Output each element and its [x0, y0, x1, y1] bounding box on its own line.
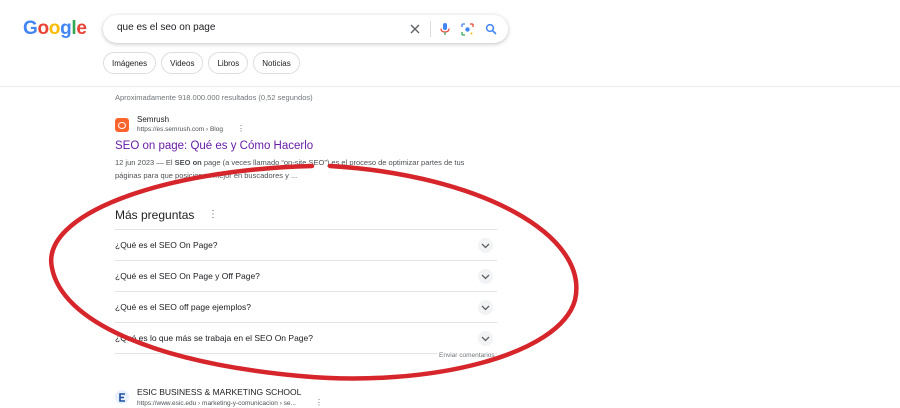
paa-question[interactable]: ¿Qué es el SEO On Page? — [115, 229, 497, 260]
paa-question-text: ¿Qué es lo que más se trabaja en el SEO … — [115, 333, 313, 343]
chip-news[interactable]: Noticias — [253, 52, 300, 74]
logo-letter: e — [76, 18, 87, 39]
paa-question[interactable]: ¿Qué es el SEO On Page y Off Page? — [115, 260, 497, 291]
result-url[interactable]: https://www.esic.edu › marketing-y-comun… — [137, 400, 296, 407]
result-url[interactable]: https://es.semrush.com › Blog — [137, 126, 223, 133]
paa-more-icon[interactable]: ⋮ — [208, 209, 218, 220]
paa-question-text: ¿Qué es el SEO On Page? — [115, 240, 218, 250]
paa-heading: Más preguntas — [115, 208, 195, 222]
chip-videos[interactable]: Videos — [161, 52, 204, 74]
paa-question[interactable]: ¿Qué es el SEO off page ejemplos? — [115, 291, 497, 322]
logo-letter: G — [23, 18, 38, 39]
result-title-link[interactable]: SEO on page: Qué es y Cómo Hacerlo — [115, 140, 313, 152]
result-site-name[interactable]: ESIC BUSINESS & MARKETING SCHOOL — [137, 387, 301, 397]
more-options-icon[interactable]: ⋮ — [237, 124, 245, 133]
chevron-down-icon[interactable] — [478, 300, 493, 315]
chevron-down-icon[interactable] — [478, 269, 493, 284]
snippet-text: El — [165, 158, 173, 167]
semrush-favicon — [115, 118, 129, 132]
chip-books[interactable]: Libros — [208, 52, 249, 74]
result-stats: Aproximadamente 918.000.000 resultados (… — [115, 93, 313, 102]
logo-letter: o — [37, 18, 49, 39]
result-site-name[interactable]: Semrush — [137, 115, 169, 124]
more-options-icon[interactable]: ⋮ — [315, 398, 323, 407]
search-input[interactable]: que es el seo on page — [117, 22, 215, 33]
chevron-down-icon[interactable] — [478, 238, 493, 253]
search-box[interactable]: que es el seo on page — [103, 15, 508, 43]
divider — [430, 21, 431, 37]
clear-icon[interactable] — [407, 21, 423, 37]
paa-question[interactable]: ¿Qué es lo que más se trabaja en el SEO … — [115, 322, 497, 353]
chip-images[interactable]: Imágenes — [103, 52, 157, 74]
paa-list: ¿Qué es el SEO On Page? ¿Qué es el SEO O… — [115, 229, 497, 353]
logo-letter: g — [60, 18, 72, 39]
result-snippet: 12 jun 2023 — El SEO on page (a veces ll… — [115, 157, 465, 182]
microphone-icon[interactable] — [437, 21, 453, 37]
snippet-date: 12 jun 2023 — — [115, 158, 164, 167]
header-divider — [0, 86, 900, 87]
google-logo[interactable]: Google — [23, 18, 87, 40]
paa-question-text: ¿Qué es el SEO On Page y Off Page? — [115, 271, 260, 281]
lens-icon[interactable] — [459, 21, 475, 37]
paa-question-text: ¿Qué es el SEO off page ejemplos? — [115, 302, 251, 312]
snippet-highlight: SEO on — [174, 158, 202, 167]
chevron-down-icon[interactable] — [478, 331, 493, 346]
filter-chips: Imágenes Videos Libros Noticias — [103, 52, 300, 74]
search-icon[interactable] — [483, 21, 499, 37]
logo-letter: o — [48, 18, 61, 39]
feedback-link[interactable]: Enviar comentarios — [437, 352, 495, 359]
esic-favicon — [115, 390, 129, 404]
